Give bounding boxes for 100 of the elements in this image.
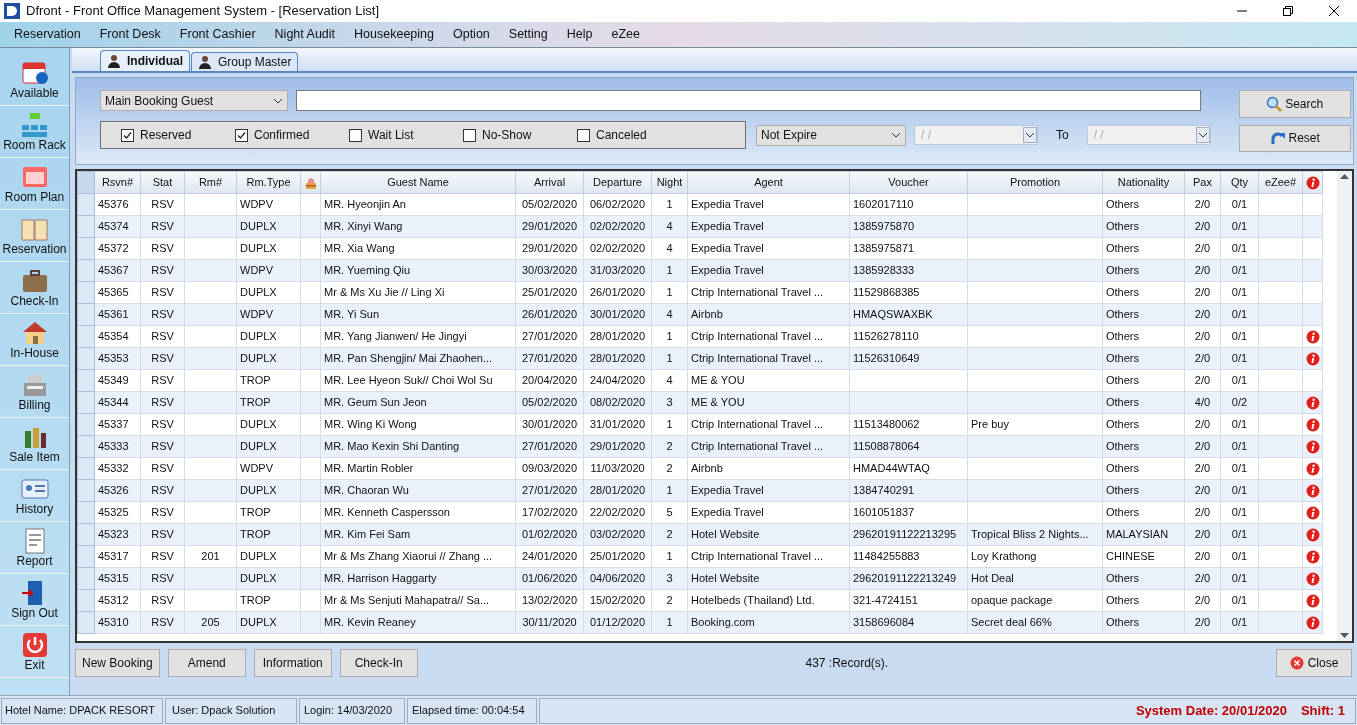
table-cell: 31/01/2020 [589, 418, 646, 431]
menu-item[interactable]: Housekeeping [354, 25, 434, 44]
table-cell: 45354 [98, 330, 129, 343]
action-button[interactable]: Check-In [339, 649, 418, 677]
column-header[interactable]: Agent [687, 171, 850, 194]
search-button[interactable]: Search [1238, 90, 1351, 118]
column-header[interactable]: Voucher [849, 171, 968, 194]
search-field[interactable] [296, 90, 1201, 111]
table-row[interactable]: 45317 RSV 201 DUPLX Mr & Ms Zhang Xiaorui // Zhang ... 24/01/2020 25/01/2020 1 Ctrip International Travel ... 11484255883 Loy Krathong CHINESE 2/0 0/1 [77, 545, 1323, 568]
table-cell: 45333 [98, 440, 129, 453]
table-cell: Ctrip International Travel ... [691, 330, 824, 343]
scrollbar[interactable] [1337, 171, 1352, 641]
table-row[interactable]: 45374 RSV DUPLX MR. Xinyi Wang 29/01/2020 02/02/2020 4 Expedia Travel 1385975870 Others 2/0 0/1 [77, 215, 1323, 238]
table-row[interactable]: 45349 RSV TROP MR. Lee Hyeon Suk// Choi Wol Su 20/04/2020 24/04/2020 4 ME & YOU Others 2/0 0/1 [77, 369, 1323, 392]
table-cell: 06/02/2020 [589, 198, 646, 211]
sidebar-item[interactable]: Room Plan [0, 158, 69, 210]
table-cell: 25/01/2020 [589, 550, 646, 563]
table-row[interactable]: 45315 RSV DUPLX MR. Harrison Haggarty 01/06/2020 04/06/2020 3 Hotel Website 29620191122213249 Hot Deal Others 2/0 0/1 [77, 567, 1323, 590]
table-row[interactable]: 45361 RSV WDPV MR. Yi Sun 26/01/2020 30/01/2020 4 Airbnb HMAQSWAXBK Others 2/0 0/1 [77, 303, 1323, 326]
sidebar-item[interactable]: Sign Out [0, 574, 69, 626]
table-row[interactable]: 45367 RSV WDPV MR. Yueming Qiu 30/03/2020 31/03/2020 1 Expedia Travel 1385928333 Others 2/0 0/1 [77, 259, 1323, 282]
table-row[interactable]: 45337 RSV DUPLX MR. Wing Ki Wong 30/01/2020 31/01/2020 1 Ctrip International Travel ... 11513480062 Pre buy Others 2/0 0/1 [77, 413, 1323, 436]
sidebar-item[interactable]: History [0, 470, 69, 522]
table-cell: 0/1 [1231, 506, 1248, 519]
checkbox-label: Wait List [368, 127, 414, 144]
column-header[interactable]: Departure [583, 171, 652, 194]
sidebar-item[interactable]: Report [0, 522, 69, 574]
column-header[interactable]: eZee# [1258, 171, 1303, 194]
table-cell: 2 [666, 594, 673, 607]
expiry-dropdown[interactable]: Not Expire [756, 124, 906, 146]
sidebar-item[interactable]: Sale Item [0, 418, 69, 470]
column-header[interactable]: Rsvn# [94, 171, 141, 194]
action-button[interactable]: Information [253, 649, 332, 677]
menu-item[interactable]: eZee [611, 25, 640, 44]
status-login: Login: 14/03/2020 [299, 697, 405, 724]
menu-item[interactable]: Option [452, 25, 490, 44]
sidebar-item[interactable]: Exit [0, 626, 69, 678]
column-header[interactable]: Rm.Type [236, 171, 301, 194]
sidebar-item[interactable]: Room Rack [0, 106, 69, 158]
table-cell: 2/0 [1194, 374, 1211, 387]
table-row[interactable]: 45354 RSV DUPLX MR. Yang Jianwen/ He Jingyi 27/01/2020 28/01/2020 1 Ctrip International Travel ... 11526278110 Others 2/0 0/1 [77, 325, 1323, 348]
checkbox[interactable] [463, 128, 476, 142]
checkbox[interactable] [349, 128, 362, 142]
table-row[interactable]: 45325 RSV TROP MR. Kenneth Caspersson 17/02/2020 22/02/2020 5 Expedia Travel 1601051837 Others 2/0 0/1 [77, 501, 1323, 524]
column-header[interactable]: Arrival [515, 171, 584, 194]
table-row[interactable]: 45312 RSV TROP Mr & Ms Senjuti Mahapatra// Sa... 13/02/2020 15/02/2020 2 Hotelbeds (Thailand) Ltd. 321-4724151 opaque package Others 2/0 0/1 [77, 589, 1323, 612]
table-row[interactable]: 45344 RSV TROP MR. Geum Sun Jeon 05/02/2020 08/02/2020 3 ME & YOU Others 4/0 0/2 [77, 391, 1323, 414]
table-cell: 0/1 [1231, 462, 1248, 475]
table-cell: 03/02/2020 [589, 528, 646, 541]
column-header[interactable]: Stat [140, 171, 185, 194]
checkbox[interactable] [121, 128, 134, 142]
table-cell: 11526278110 [853, 330, 919, 343]
table-row[interactable]: 45372 RSV DUPLX MR. Xia Wang 29/01/2020 02/02/2020 4 Expedia Travel 1385975871 Others 2/0 0/1 [77, 237, 1323, 260]
search-by-dropdown[interactable]: Main Booking Guest [100, 90, 288, 111]
action-button[interactable]: Amend [167, 649, 246, 677]
column-header[interactable]: Pax [1184, 171, 1221, 194]
checkbox[interactable] [235, 128, 248, 142]
table-cell: 27/01/2020 [521, 352, 578, 365]
sidebar-item[interactable]: Reservation [0, 210, 69, 262]
sidebar-item[interactable]: Billing [0, 366, 69, 418]
table-row[interactable]: 45353 RSV DUPLX MR. Pan Shengjin/ Mai Zhaohen... 27/01/2020 28/01/2020 1 Ctrip International Travel ... 11526310649 Others 2/0 0/1 [77, 347, 1323, 370]
table-row[interactable]: 45332 RSV WDPV MR. Martin Robler 09/03/2020 11/03/2020 2 Airbnb HMAD44WTAQ Others 2/0 0/1 [77, 457, 1323, 480]
tab[interactable]: Group Master [191, 52, 299, 71]
table-cell: 02/02/2020 [589, 220, 646, 233]
menu-item[interactable]: Night Audit [274, 25, 336, 44]
table-row[interactable]: 45333 RSV DUPLX MR. Mao Kexin Shi Danting 27/01/2020 29/01/2020 2 Ctrip International Travel ... 11508878064 Others 2/0 0/1 [77, 435, 1323, 458]
table-cell: 2/0 [1194, 616, 1211, 629]
column-header[interactable]: Nationality [1102, 171, 1185, 194]
tab[interactable]: Individual [100, 50, 190, 71]
table-cell: Airbnb [691, 462, 723, 475]
table-row[interactable]: 45365 RSV DUPLX Mr & Ms Xu Jie // Ling Xi 25/01/2020 26/01/2020 1 Ctrip International Travel ... 11529868385 Others 2/0 0/1 [77, 281, 1323, 304]
sidebar-item[interactable]: Check-In [0, 262, 69, 314]
menu-item[interactable]: Reservation [14, 25, 81, 44]
scroll-down-icon[interactable] [1340, 633, 1349, 639]
table-cell: 1 [666, 330, 673, 343]
table-cell: 31/03/2020 [589, 264, 646, 277]
table-cell: CHINESE [1106, 550, 1155, 563]
column-header[interactable]: Night [651, 171, 688, 194]
column-header[interactable]: Qty [1220, 171, 1259, 194]
menu-item[interactable]: Front Desk [99, 25, 161, 44]
menu-item[interactable]: Help [566, 25, 593, 44]
table-row[interactable]: 45376 RSV WDPV MR. Hyeonjin An 05/02/2020 06/02/2020 1 Expedia Travel 1602017110 Others 2/0 0/1 [77, 193, 1323, 216]
checkbox[interactable] [577, 128, 590, 142]
scroll-up-icon[interactable] [1340, 173, 1349, 179]
close-dialog-button[interactable]: Close [1276, 649, 1352, 677]
column-header[interactable]: Guest Name [320, 171, 516, 194]
table-cell: Expedia Travel [691, 506, 764, 519]
column-header[interactable]: Rm# [184, 171, 237, 194]
reset-button[interactable]: Reset [1238, 124, 1351, 152]
checkbox-label: No-Show [482, 127, 532, 144]
table-cell: HMAQSWAXBK [853, 308, 933, 321]
sidebar-item[interactable]: Available [0, 54, 69, 106]
sidebar-item[interactable]: In-House [0, 314, 69, 366]
table-row[interactable]: 45323 RSV TROP MR. Kim Fei Sam 01/02/2020 03/02/2020 2 Hotel Website 29620191122213295 Tropical Bliss 2 Nights... MALAYSIAN 2/0 0/1 [77, 523, 1323, 546]
menu-item[interactable]: Setting [508, 25, 548, 44]
table-row[interactable]: 45310 RSV 205 DUPLX MR. Kevin Reaney 30/11/2020 01/12/2020 1 Booking.com 3158696084 Secret deal 66% Others 2/0 0/1 [77, 611, 1323, 634]
action-button[interactable]: New Booking [75, 649, 160, 677]
column-header[interactable]: Promotion [967, 171, 1103, 194]
menu-item[interactable]: Front Cashier [179, 25, 256, 44]
table-row[interactable]: 45326 RSV DUPLX MR. Chaoran Wu 27/01/2020 28/01/2020 1 Expedia Travel 1384740291 Others 2/0 0/1 [77, 479, 1323, 502]
